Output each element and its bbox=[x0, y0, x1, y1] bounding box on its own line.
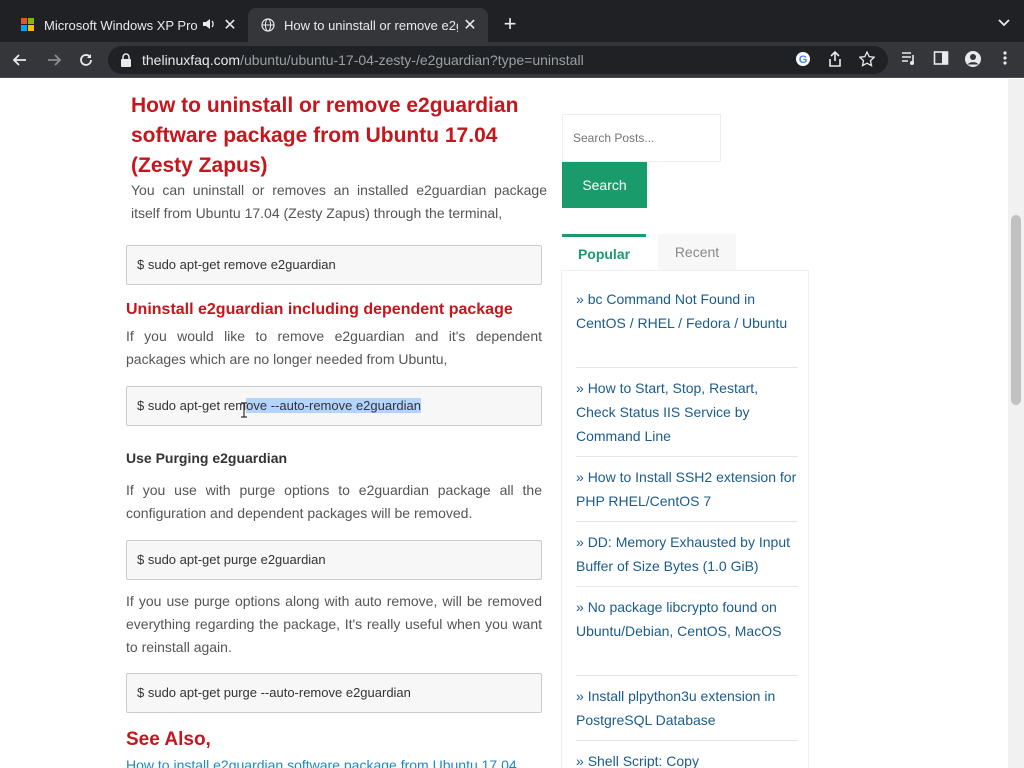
tab-recent[interactable]: Recent bbox=[658, 234, 736, 270]
google-lens-icon[interactable]: G bbox=[794, 51, 812, 69]
post-link[interactable]: Shell Script: Copy bbox=[588, 753, 699, 768]
code-block-auto-remove[interactable]: $ sudo apt-get remove --auto-remove e2gu… bbox=[126, 386, 542, 426]
selected-text: ove --auto-remove e2guardian bbox=[246, 398, 422, 413]
post-link[interactable]: DD: Memory Exhausted by Input Buffer of … bbox=[576, 534, 790, 574]
heading-purging: Use Purging e2guardian bbox=[126, 450, 288, 466]
list-item[interactable]: » bc Command Not Found in CentOS / RHEL … bbox=[576, 287, 798, 368]
heading-dependent-package: Uninstall e2guardian including dependent… bbox=[126, 301, 513, 318]
close-tab-icon[interactable]: ✕ bbox=[222, 15, 238, 35]
text-cursor-icon bbox=[240, 402, 248, 418]
paragraph-purge-auto: If you use purge options along with auto… bbox=[126, 593, 542, 655]
browser-tab-windows-xp[interactable]: Microsoft Windows XP Pro ✕ bbox=[8, 8, 248, 42]
kebab-menu-icon[interactable] bbox=[996, 50, 1014, 68]
post-link[interactable]: How to Start, Stop, Restart, Check Statu… bbox=[576, 380, 758, 444]
code-block-remove[interactable]: $ sudo apt-get remove e2guardian bbox=[126, 245, 542, 285]
heading-see-also: See Also, bbox=[126, 729, 211, 750]
search-posts-input[interactable] bbox=[562, 114, 721, 162]
speaker-icon[interactable] bbox=[202, 17, 218, 34]
code-block-purge[interactable]: $ sudo apt-get purge e2guardian bbox=[126, 540, 542, 580]
post-link[interactable]: Install plpython3u extension in PostgreS… bbox=[576, 688, 775, 728]
address-bar[interactable]: thelinuxfaq.com/ubuntu/ubuntu-17-04-zest… bbox=[108, 46, 888, 74]
intro-paragraph: You can uninstall or removes an installe… bbox=[131, 182, 547, 221]
page-scrollbar[interactable] bbox=[1008, 79, 1024, 768]
popular-posts-list: » bc Command Not Found in CentOS / RHEL … bbox=[562, 271, 808, 768]
lock-icon[interactable] bbox=[120, 53, 134, 67]
share-icon[interactable] bbox=[826, 50, 844, 69]
tab-title: How to uninstall or remove e2g bbox=[284, 17, 458, 33]
bookmark-star-icon[interactable] bbox=[858, 50, 876, 69]
list-item[interactable]: » Install plpython3u extension in Postgr… bbox=[576, 684, 798, 741]
globe-icon bbox=[260, 17, 276, 33]
scrollbar-thumb[interactable] bbox=[1011, 215, 1021, 405]
tab-popular[interactable]: Popular bbox=[562, 234, 646, 272]
list-item[interactable]: » No package libcrypto found on Ubuntu/D… bbox=[576, 595, 798, 676]
url-text[interactable]: thelinuxfaq.com/ubuntu/ubuntu-17-04-zest… bbox=[142, 52, 584, 68]
close-tab-icon[interactable]: ✕ bbox=[462, 15, 478, 35]
tab-title: Microsoft Windows XP Pro bbox=[44, 17, 198, 33]
post-link[interactable]: bc Command Not Found in CentOS / RHEL / … bbox=[576, 291, 787, 331]
media-queue-icon[interactable] bbox=[900, 50, 918, 68]
code-text: $ sudo apt-get rem bbox=[137, 398, 247, 413]
search-button[interactable]: Search bbox=[562, 162, 647, 208]
chevron-down-icon[interactable] bbox=[998, 14, 1010, 30]
code-block-purge-auto[interactable]: $ sudo apt-get purge --auto-remove e2gua… bbox=[126, 673, 542, 713]
browser-toolbar: thelinuxfaq.com/ubuntu/ubuntu-17-04-zest… bbox=[0, 42, 1024, 78]
svg-text:G: G bbox=[799, 54, 808, 66]
windows-logo-icon bbox=[20, 17, 36, 33]
reload-icon[interactable] bbox=[74, 48, 98, 72]
list-item[interactable]: » DD: Memory Exhausted by Input Buffer o… bbox=[576, 530, 798, 587]
paragraph-purging: If you use with purge options to e2guard… bbox=[126, 482, 542, 521]
page-viewport: How to uninstall or remove e2guardian so… bbox=[0, 79, 1008, 768]
profile-avatar-icon[interactable] bbox=[964, 50, 982, 68]
side-panel-icon[interactable] bbox=[932, 50, 950, 68]
list-item[interactable]: » How to Start, Stop, Restart, Check Sta… bbox=[576, 376, 798, 457]
article-title: How to uninstall or remove e2guardian so… bbox=[131, 94, 519, 177]
link-install-e2guardian[interactable]: How to install e2guardian software packa… bbox=[126, 757, 517, 768]
back-arrow-icon[interactable] bbox=[8, 48, 32, 72]
url-path: /ubuntu/ubuntu-17-04-zesty-/e2guardian?t… bbox=[240, 52, 584, 68]
browser-tab-active[interactable]: How to uninstall or remove e2g ✕ bbox=[248, 8, 488, 42]
paragraph-dependent: If you would like to remove e2guardian a… bbox=[126, 328, 542, 367]
post-link[interactable]: How to Install SSH2 extension for PHP RH… bbox=[576, 469, 796, 509]
browser-tab-bar: Microsoft Windows XP Pro ✕ How to uninst… bbox=[0, 0, 1024, 42]
list-item[interactable]: » Shell Script: Copy bbox=[576, 749, 798, 768]
post-link[interactable]: No package libcrypto found on Ubuntu/Deb… bbox=[576, 599, 781, 639]
list-item[interactable]: » How to Install SSH2 extension for PHP … bbox=[576, 465, 798, 522]
new-tab-plus-icon[interactable]: + bbox=[498, 12, 522, 36]
forward-arrow-icon[interactable] bbox=[42, 48, 66, 72]
url-host: thelinuxfaq.com bbox=[142, 52, 241, 68]
